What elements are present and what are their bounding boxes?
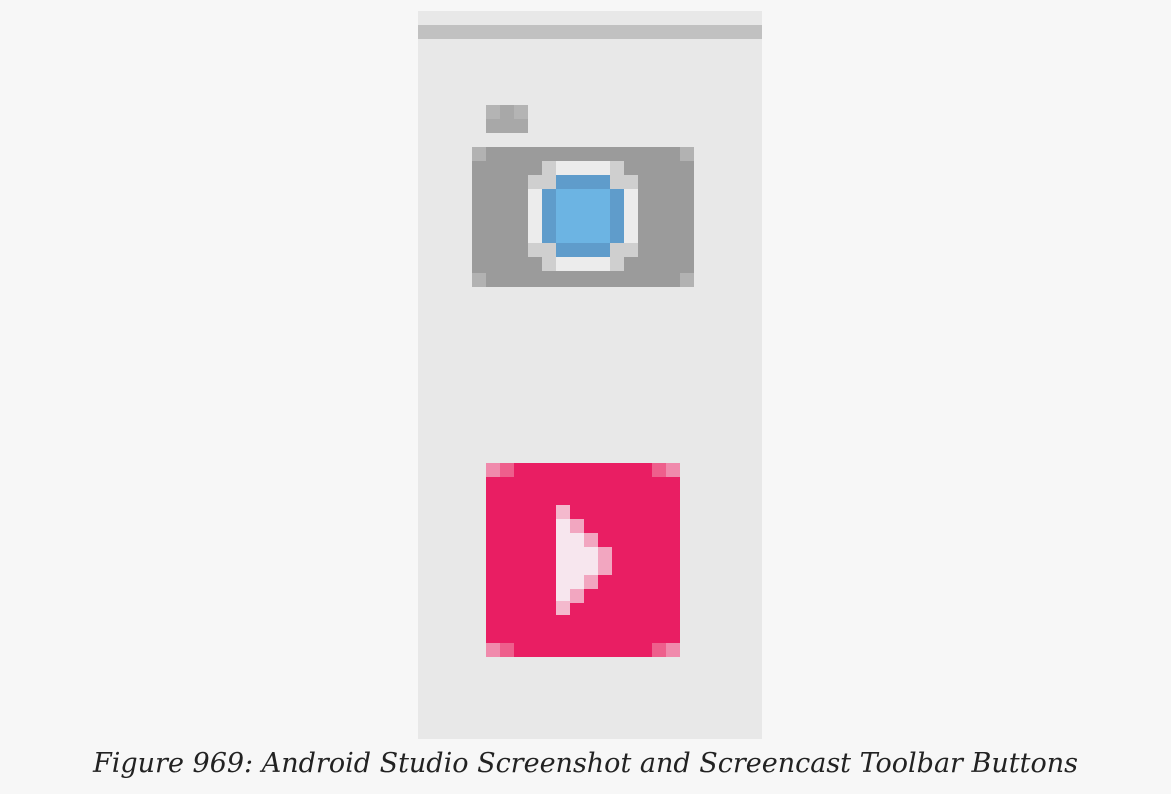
play-icon xyxy=(486,463,680,657)
figure-caption: Figure 969: Android Studio Screenshot an… xyxy=(93,748,1078,779)
toolbar-top-edge xyxy=(418,25,762,39)
screenshot-button[interactable] xyxy=(472,105,694,287)
camera-icon xyxy=(472,105,694,287)
toolbar-panel xyxy=(418,11,762,739)
screencast-button[interactable] xyxy=(486,463,680,657)
